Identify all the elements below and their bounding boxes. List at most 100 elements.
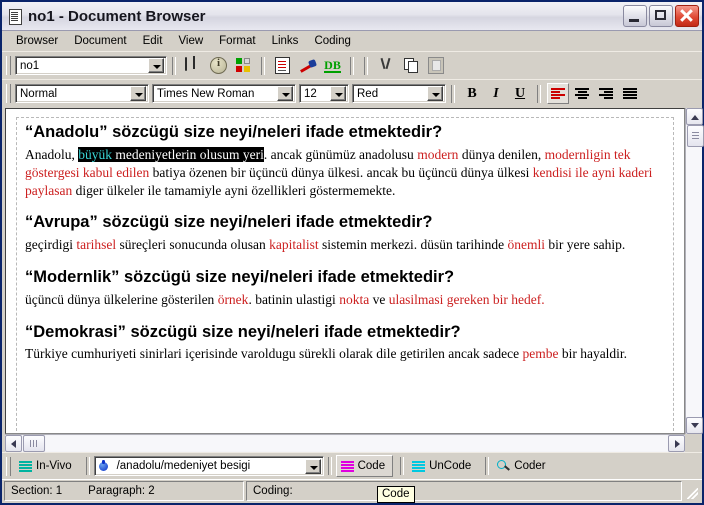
tooltip: Code (377, 486, 415, 503)
menu-links[interactable]: Links (264, 33, 307, 49)
toolbar-separator (350, 56, 354, 75)
scroll-right-button[interactable] (668, 435, 685, 452)
bold-button[interactable]: B (461, 83, 483, 104)
align-center-icon (574, 87, 590, 100)
menu-browser[interactable]: Browser (8, 33, 66, 49)
close-button[interactable] (675, 5, 699, 27)
color-combo-value: Red (357, 87, 379, 100)
document-area: “Anadolu” sözcügü size neyi/neleri ifade… (2, 107, 704, 452)
align-left-button[interactable] (547, 83, 569, 104)
status-position-panel: Section: 1 Paragraph: 2 (4, 481, 244, 501)
in-vivo-button[interactable]: In-Vivo (15, 455, 79, 477)
document-section: “Avrupa” sözcügü size neyi/neleri ifade … (25, 212, 665, 254)
section-heading: “Modernlik” sözcügü size neyi/neleri ifa… (25, 268, 455, 287)
scroll-down-button[interactable] (686, 417, 703, 434)
document-combo-value: no1 (20, 59, 40, 72)
section-paragraph[interactable]: geçirdigi tarihsel süreçleri sonucunda o… (25, 236, 665, 254)
copy-button[interactable] (399, 55, 422, 77)
section-paragraph[interactable]: Anadolu, büyük medeniyetlerin olusum yer… (25, 146, 665, 200)
code-button[interactable]: Code (335, 455, 394, 477)
underline-button[interactable]: U (509, 83, 531, 104)
menu-format[interactable]: Format (211, 33, 263, 49)
font-combo-value: Times New Roman (157, 87, 255, 100)
db-icon-button[interactable]: DB (321, 55, 344, 77)
text-run: bir hayaldir. (558, 346, 628, 362)
vertical-scrollbar[interactable] (685, 108, 704, 434)
text-run-coded: nokta (339, 291, 370, 307)
size-combo[interactable]: 12 (299, 84, 349, 103)
chevron-down-icon[interactable] (304, 458, 321, 474)
scroll-left-button[interactable] (5, 435, 22, 452)
color-squares-icon (236, 58, 251, 73)
maximize-button[interactable] (649, 5, 673, 27)
chevron-down-icon[interactable] (277, 86, 293, 101)
toolbar-separator (400, 457, 405, 475)
node-path-combo[interactable]: /anadolu/medeniyet besigi (93, 456, 324, 476)
document-page[interactable]: “Anadolu” sözcügü size neyi/neleri ifade… (5, 108, 685, 434)
coder-button[interactable]: Coder (493, 455, 552, 477)
section-heading: “Avrupa” sözcügü size neyi/neleri ifade … (25, 213, 433, 232)
color-combo[interactable]: Red (352, 84, 446, 103)
toolbar-separator (451, 84, 455, 103)
document-body[interactable]: “Anadolu” sözcügü size neyi/neleri ifade… (16, 117, 674, 433)
toolbar-grip[interactable] (6, 56, 11, 75)
text-run: üçüncü dünya ülkelerine gösterilen (25, 291, 218, 307)
section-heading: “Anadolu” sözcügü size neyi/neleri ifade… (25, 123, 443, 141)
chevron-down-icon[interactable] (330, 86, 346, 101)
vertical-scroll-thumb[interactable] (687, 125, 704, 147)
info-icon-button[interactable] (207, 55, 230, 77)
font-combo[interactable]: Times New Roman (152, 84, 296, 103)
book-icon-button[interactable] (182, 55, 205, 77)
color-squares-icon-button[interactable] (232, 55, 255, 77)
paste-icon (427, 57, 444, 74)
menu-view[interactable]: View (170, 33, 211, 49)
text-run: . ancak günümüz anadolusu (263, 146, 418, 162)
document-edit-icon (275, 57, 290, 74)
text-run-coded: örnek (217, 291, 249, 307)
coder-label: Coder (514, 460, 546, 472)
pen-icon (300, 58, 316, 73)
style-combo-value: Normal (20, 87, 58, 100)
title-bar: no1 - Document Browser (2, 2, 702, 31)
status-paragraph: Paragraph: 2 (88, 485, 155, 497)
document-combo[interactable]: no1 (15, 56, 167, 75)
menu-bar: Browser Document Edit View Format Links … (2, 31, 702, 51)
node-icon (98, 460, 109, 472)
code-label: Code (357, 460, 386, 472)
text-run-invivo: büyük (78, 146, 112, 162)
cut-button[interactable] (374, 55, 397, 77)
document-section: “Anadolu” sözcügü size neyi/neleri ifade… (25, 122, 665, 199)
toolbar-grip[interactable] (6, 456, 11, 476)
chevron-down-icon[interactable] (130, 86, 146, 101)
horizontal-scrollbar[interactable] (5, 434, 685, 452)
resize-grip[interactable] (684, 481, 700, 501)
menu-document[interactable]: Document (66, 33, 134, 49)
menu-edit[interactable]: Edit (135, 33, 171, 49)
italic-button[interactable]: I (485, 83, 507, 104)
minimize-button[interactable] (623, 5, 647, 27)
menu-coding[interactable]: Coding (306, 33, 358, 49)
section-paragraph[interactable]: Türkiye cumhuriyeti sinirlari içerisinde… (25, 345, 665, 363)
status-section: Section: 1 (11, 485, 63, 497)
pen-icon-button[interactable] (296, 55, 319, 77)
uncode-label: UnCode (429, 460, 472, 472)
toolbar-grip[interactable] (6, 84, 11, 103)
node-path-value: /anadolu/medeniyet besigi (116, 460, 251, 472)
text-run: dünya denilen, (458, 146, 545, 162)
style-combo[interactable]: Normal (15, 84, 149, 103)
chevron-down-icon[interactable] (148, 58, 164, 73)
window-controls (623, 5, 699, 27)
scroll-up-button[interactable] (686, 108, 703, 125)
align-center-button[interactable] (571, 83, 593, 104)
chevron-down-icon[interactable] (427, 86, 443, 101)
uncode-button[interactable]: UnCode (408, 455, 478, 477)
align-justify-button[interactable] (619, 83, 641, 104)
section-heading: “Demokrasi” sözcügü size neyi/neleri ifa… (25, 322, 461, 341)
align-right-button[interactable] (595, 83, 617, 104)
horizontal-scroll-track[interactable] (46, 436, 668, 451)
paste-button[interactable] (424, 55, 447, 77)
vertical-scroll-track[interactable] (686, 147, 702, 417)
horizontal-scroll-thumb[interactable] (23, 435, 45, 452)
section-paragraph[interactable]: üçüncü dünya ülkelerine gösterilen örnek… (25, 291, 665, 309)
document-edit-icon-button[interactable] (271, 55, 294, 77)
